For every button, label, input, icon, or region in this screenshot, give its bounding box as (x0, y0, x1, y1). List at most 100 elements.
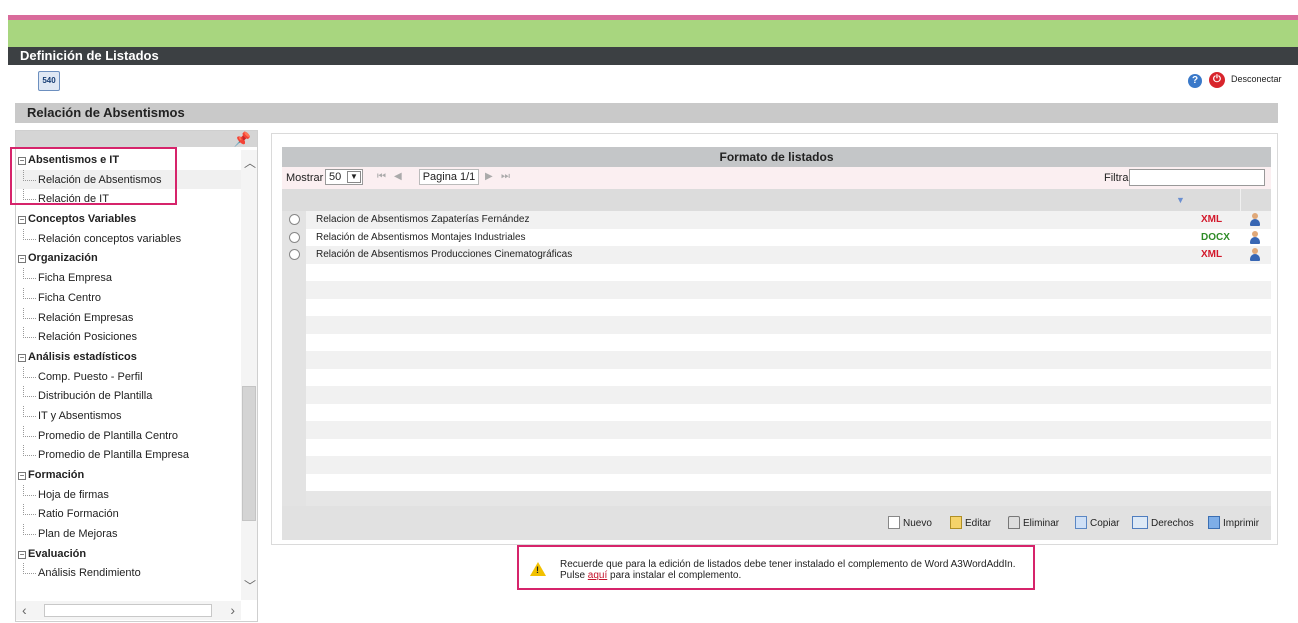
copy-icon (1075, 516, 1087, 529)
tree-group-formacion[interactable]: − Formación (16, 465, 241, 485)
table-row[interactable]: Relación de Absentismos Producciones Cin… (289, 246, 1271, 264)
row-radio[interactable] (289, 249, 300, 260)
pencil-icon (950, 516, 962, 529)
sidebar-header: 📌 (16, 131, 257, 147)
tree-group-analisis[interactable]: − Análisis estadísticos (16, 347, 241, 367)
sidebar-item-distribucion-plantilla[interactable]: Distribución de Plantilla (16, 386, 241, 406)
row-radio[interactable] (289, 231, 300, 243)
sidebar-item-conceptos-variables[interactable]: Relación conceptos variables (16, 228, 241, 249)
sidebar-item-analisis-rendimiento[interactable]: Análisis Rendimiento (16, 563, 241, 583)
window-title: Definición de Listados (8, 47, 1298, 65)
user-icon[interactable] (1249, 213, 1261, 226)
grid-body: Relacion de Absentismos Zapaterías Ferná… (282, 211, 1271, 506)
empty-row (306, 334, 1271, 352)
scroll-left-icon[interactable]: ‹ (22, 602, 27, 618)
empty-row (306, 474, 1271, 492)
form-540-icon[interactable]: 540 (38, 71, 60, 91)
row-name: Relación de Absentismos Montajes Industr… (316, 231, 526, 243)
sidebar-item-ficha-centro[interactable]: Ficha Centro (16, 287, 241, 308)
sidebar-item-relacion-posiciones[interactable]: Relación Posiciones (16, 327, 241, 347)
section-title: Relación de Absentismos (15, 103, 1278, 123)
new-button[interactable]: Nuevo (888, 516, 932, 529)
sidebar-tree: − Absentismos e IT Relación de Absentismo… (16, 150, 241, 600)
grid-rows: Relacion de Absentismos Zapaterías Ferná… (289, 211, 1271, 492)
row-format: XML (1201, 249, 1223, 260)
collapse-icon[interactable]: − (18, 550, 26, 559)
highlight-box (10, 147, 177, 205)
column-separator (1240, 189, 1241, 211)
sidebar-item-promedio-empresa[interactable]: Promedio de Plantilla Empresa (16, 445, 241, 465)
warning-icon: ! (530, 562, 546, 576)
tree-group-evaluacion[interactable]: − Evaluación (16, 544, 241, 564)
scroll-thumb[interactable] (44, 604, 212, 617)
top-toolbar: 540 ? ⏻ Desconectar (8, 66, 1298, 96)
grid-actions-bar: Nuevo Editar Eliminar Copiar Derechos Im… (282, 506, 1271, 540)
tree-group-organizacion[interactable]: − Organización (16, 248, 241, 268)
empty-row (306, 351, 1271, 369)
user-icon[interactable] (1249, 248, 1261, 261)
collapse-icon[interactable]: − (18, 353, 26, 362)
grid-title: Formato de listados (282, 147, 1271, 167)
sidebar-horizontal-scrollbar[interactable]: ‹ › (16, 601, 241, 620)
sidebar-item-comp-puesto[interactable]: Comp. Puesto - Perfil (16, 366, 241, 387)
first-page-icon[interactable]: ⏮ (377, 171, 386, 182)
edit-button[interactable]: Editar (950, 516, 991, 529)
chevron-down-icon: ▼ (347, 171, 361, 183)
notice-line-1: Recuerde que para la edición de listados… (560, 559, 1016, 570)
row-name: Relacion de Absentismos Zapaterías Ferná… (316, 214, 530, 225)
addin-notice: ! Recuerde que para la edición de listad… (517, 545, 1035, 590)
table-row[interactable]: Relación de Absentismos Montajes Industr… (289, 229, 1271, 247)
tree-group-conceptos[interactable]: − Conceptos Variables (16, 209, 241, 229)
scroll-right-icon[interactable]: › (230, 602, 235, 618)
scroll-thumb[interactable] (242, 386, 256, 521)
empty-row (306, 404, 1271, 422)
next-page-icon[interactable]: ▶ (485, 171, 493, 182)
table-row[interactable]: Relacion de Absentismos Zapaterías Ferná… (289, 211, 1271, 229)
collapse-icon[interactable]: − (18, 216, 26, 225)
user-icon[interactable] (1249, 230, 1261, 244)
collapse-icon[interactable]: − (18, 472, 26, 480)
empty-row (306, 281, 1271, 299)
empty-row (306, 439, 1271, 457)
copy-button[interactable]: Copiar (1075, 516, 1119, 529)
new-document-icon (888, 516, 900, 529)
scroll-down-icon[interactable]: ﹀ (244, 577, 256, 594)
print-button[interactable]: Imprimir (1208, 516, 1259, 529)
power-icon[interactable]: ⏻ (1209, 72, 1225, 88)
rights-button[interactable]: Derechos (1132, 516, 1194, 529)
empty-row (306, 264, 1271, 282)
pager-bar: Mostrar 50 ▼ ⏮ ◀ Pagina 1/1 ▶ ⏭ Filtrar: (282, 167, 1271, 189)
prev-page-icon[interactable]: ◀ (394, 171, 402, 182)
sidebar-item-it-absentismos[interactable]: IT y Absentismos (16, 405, 241, 426)
help-icon[interactable]: ? (1188, 74, 1202, 88)
empty-row (306, 456, 1271, 474)
empty-row (306, 386, 1271, 404)
collapse-icon[interactable]: − (18, 255, 26, 264)
row-name: Relación de Absentismos Producciones Cin… (316, 249, 573, 260)
page-size-select[interactable]: 50 ▼ (325, 169, 363, 185)
filter-input[interactable] (1129, 169, 1265, 186)
row-radio[interactable] (289, 214, 300, 225)
sort-arrow-icon[interactable]: ▼ (1176, 195, 1185, 205)
delete-button[interactable]: Eliminar (1008, 516, 1059, 529)
empty-row (306, 369, 1271, 387)
show-label: Mostrar (286, 172, 324, 184)
sidebar-item-hoja-firmas[interactable]: Hoja de firmas (16, 484, 241, 505)
main-panel: Formato de listados Mostrar 50 ▼ ⏮ ◀ Pagi… (271, 133, 1278, 545)
trash-icon (1008, 516, 1020, 529)
sidebar-item-ficha-empresa[interactable]: Ficha Empresa (16, 268, 241, 288)
sidebar-item-relacion-empresas[interactable]: Relación Empresas (16, 307, 241, 328)
scroll-up-icon[interactable]: ︿ (244, 154, 256, 171)
empty-row (306, 316, 1271, 334)
sidebar-item-ratio-formacion[interactable]: Ratio Formación (16, 504, 241, 524)
row-format: XML (1201, 214, 1223, 225)
sidebar-vertical-scrollbar[interactable]: ︿ ﹀ (241, 150, 257, 600)
pin-icon[interactable]: 📌 (234, 131, 251, 147)
sidebar-item-plan-mejoras[interactable]: Plan de Mejoras (16, 524, 241, 544)
sidebar-item-promedio-centro[interactable]: Promedio de Plantilla Centro (16, 425, 241, 446)
last-page-icon[interactable]: ⏭ (501, 171, 510, 182)
notice-line-2: Pulse aquí para instalar el complemento. (560, 570, 742, 581)
install-link[interactable]: aquí (588, 570, 607, 581)
disconnect-link[interactable]: Desconectar (1231, 74, 1282, 84)
column-header: ▼ (282, 189, 1271, 211)
